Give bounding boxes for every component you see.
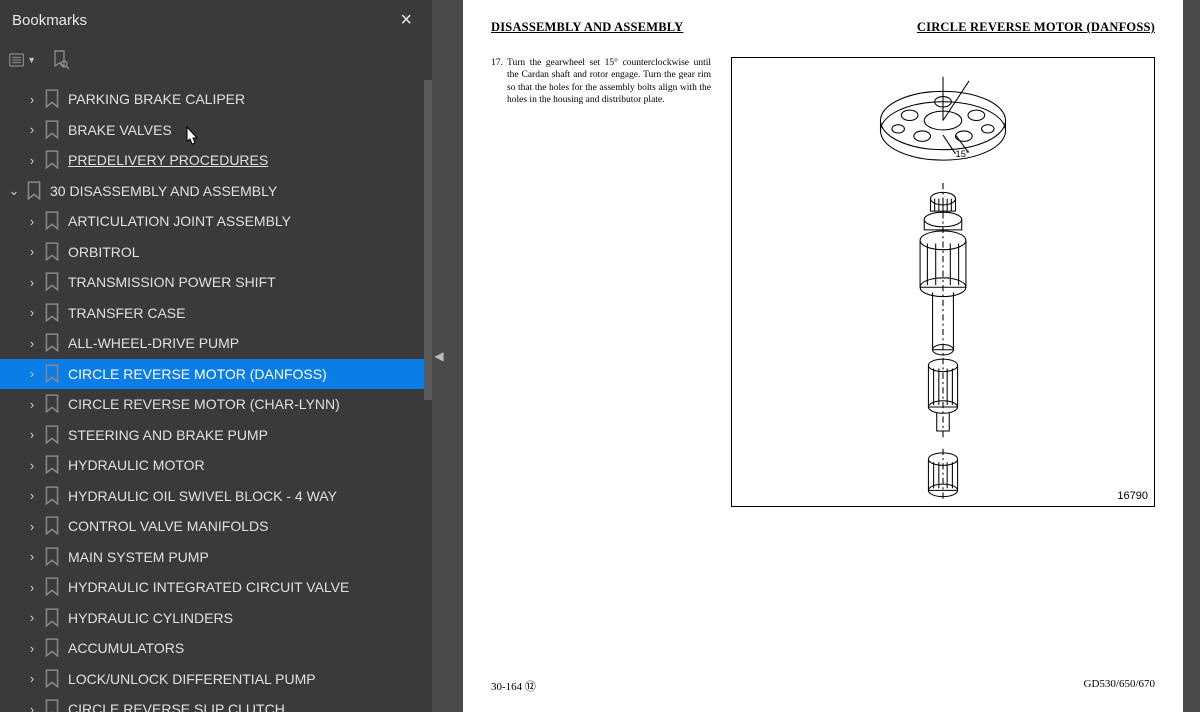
bookmark-item[interactable]: › STEERING AND BRAKE PUMP — [0, 420, 432, 451]
bookmark-tree[interactable]: › PARKING BRAKE CALIPER › BRAKE VALVES › PRED… — [0, 80, 432, 712]
bookmark-item[interactable]: › HYDRAULIC MOTOR — [0, 450, 432, 481]
bookmark-item[interactable]: › ORBITROL — [0, 237, 432, 268]
find-bookmark-button[interactable] — [46, 46, 74, 74]
close-icon[interactable]: × — [392, 5, 420, 36]
chevron-right-icon[interactable]: › — [24, 580, 40, 595]
bookmark-label: 30 DISASSEMBLY AND ASSEMBLY — [50, 183, 420, 199]
bookmark-item[interactable]: › HYDRAULIC INTEGRATED CIRCUIT VALVE — [0, 572, 432, 603]
bookmark-label: PARKING BRAKE CALIPER — [68, 91, 420, 107]
chevron-right-icon[interactable]: › — [24, 549, 40, 564]
bookmark-label: CIRCLE REVERSE MOTOR (CHAR-LYNN) — [68, 396, 420, 412]
bookmark-label: CIRCLE REVERSE SLIP CLUTCH — [68, 701, 420, 712]
scrollbar-thumb[interactable] — [424, 80, 432, 400]
chevron-right-icon[interactable]: › — [24, 366, 40, 381]
chevron-right-icon[interactable]: › — [24, 275, 40, 290]
page: DISASSEMBLY AND ASSEMBLY CIRCLE REVERSE … — [463, 0, 1183, 712]
bookmark-label: MAIN SYSTEM PUMP — [68, 549, 420, 565]
bookmark-label: BRAKE VALVES — [68, 122, 420, 138]
chevron-down-icon[interactable]: ⌄ — [6, 183, 22, 199]
diagram-frame: 15° — [731, 57, 1155, 507]
sidebar-header: Bookmarks × — [0, 0, 432, 40]
options-button[interactable]: ▼ — [8, 46, 36, 74]
chevron-right-icon[interactable]: › — [24, 610, 40, 625]
bookmark-item[interactable]: › LOCK/UNLOCK DIFFERENTIAL PUMP — [0, 664, 432, 695]
bookmark-label: HYDRAULIC INTEGRATED CIRCUIT VALVE — [68, 579, 420, 595]
chevron-right-icon[interactable]: › — [24, 671, 40, 686]
header-left: DISASSEMBLY AND ASSEMBLY — [491, 20, 683, 35]
bookmark-label: PREDELIVERY PROCEDURES — [68, 152, 420, 168]
bookmark-search-icon — [50, 49, 70, 71]
header-right: CIRCLE REVERSE MOTOR (DANFOSS) — [917, 20, 1155, 35]
bookmark-item[interactable]: › CIRCLE REVERSE MOTOR (CHAR-LYNN) — [0, 389, 432, 420]
footer-right: GD530/650/670 — [1084, 678, 1156, 694]
sidebar-collapse-handle[interactable]: ◀ — [432, 0, 446, 712]
bookmark-item[interactable]: › MAIN SYSTEM PUMP — [0, 542, 432, 573]
chevron-right-icon[interactable]: › — [24, 488, 40, 503]
page-header: DISASSEMBLY AND ASSEMBLY CIRCLE REVERSE … — [491, 20, 1155, 35]
chevron-down-icon: ▼ — [27, 55, 36, 65]
bookmark-label: HYDRAULIC MOTOR — [68, 457, 420, 473]
page-footer: 30-164 ⑫ GD530/650/670 — [491, 678, 1155, 694]
exploded-view-diagram: 15° — [732, 58, 1154, 506]
chevron-right-icon[interactable]: › — [24, 519, 40, 534]
svg-text:15°: 15° — [956, 149, 970, 159]
bookmark-item[interactable]: › ACCUMULATORS — [0, 633, 432, 664]
bookmark-item[interactable]: › CONTROL VALVE MANIFOLDS — [0, 511, 432, 542]
sidebar-title: Bookmarks — [12, 12, 87, 29]
bookmark-label: ALL-WHEEL-DRIVE PUMP — [68, 335, 420, 351]
bookmark-label: ARTICULATION JOINT ASSEMBLY — [68, 213, 420, 229]
bookmark-item[interactable]: › PREDELIVERY PROCEDURES — [0, 145, 432, 176]
chevron-right-icon[interactable]: › — [24, 153, 40, 168]
chevron-right-icon[interactable]: › — [24, 458, 40, 473]
bookmark-item[interactable]: › TRANSFER CASE — [0, 298, 432, 329]
bookmark-label: HYDRAULIC CYLINDERS — [68, 610, 420, 626]
bookmark-label: TRANSFER CASE — [68, 305, 420, 321]
bookmark-item[interactable]: ⌄ 30 DISASSEMBLY AND ASSEMBLY — [0, 176, 432, 207]
chevron-right-icon[interactable]: › — [24, 92, 40, 107]
bookmark-label: TRANSMISSION POWER SHIFT — [68, 274, 420, 290]
bookmarks-sidebar: Bookmarks × ▼ › PARKING BRAKE CALIPER › BRA… — [0, 0, 432, 712]
list-icon — [8, 50, 25, 70]
bookmark-item[interactable]: › BRAKE VALVES — [0, 115, 432, 146]
bookmark-item[interactable]: › HYDRAULIC OIL SWIVEL BLOCK - 4 WAY — [0, 481, 432, 512]
bookmark-label: ORBITROL — [68, 244, 420, 260]
step-text-block: 17. Turn the gearwheel set 15° countercl… — [491, 57, 711, 507]
chevron-right-icon[interactable]: › — [24, 397, 40, 412]
chevron-right-icon[interactable]: › — [24, 122, 40, 137]
sidebar-toolbar: ▼ — [0, 40, 432, 80]
chevron-right-icon[interactable]: › — [24, 336, 40, 351]
chevron-right-icon[interactable]: › — [24, 305, 40, 320]
chevron-right-icon[interactable]: › — [24, 641, 40, 656]
bookmark-item[interactable]: › HYDRAULIC CYLINDERS — [0, 603, 432, 634]
chevron-right-icon[interactable]: › — [24, 702, 40, 712]
chevron-right-icon[interactable]: › — [24, 214, 40, 229]
bookmark-label: HYDRAULIC OIL SWIVEL BLOCK - 4 WAY — [68, 488, 420, 504]
footer-left: 30-164 ⑫ — [491, 678, 536, 694]
diagram-id: 16790 — [1117, 490, 1148, 502]
step-text: Turn the gearwheel set 15° counterclockw… — [507, 57, 711, 507]
bookmark-item[interactable]: › ARTICULATION JOINT ASSEMBLY — [0, 206, 432, 237]
bookmark-item[interactable]: › CIRCLE REVERSE SLIP CLUTCH — [0, 694, 432, 712]
chevron-left-icon: ◀ — [434, 349, 443, 363]
page-body: 17. Turn the gearwheel set 15° countercl… — [491, 57, 1155, 507]
chevron-right-icon[interactable]: › — [24, 427, 40, 442]
bookmark-label: STEERING AND BRAKE PUMP — [68, 427, 420, 443]
step-number: 17. — [491, 57, 507, 507]
bookmark-item[interactable]: › TRANSMISSION POWER SHIFT — [0, 267, 432, 298]
bookmark-item[interactable]: › ALL-WHEEL-DRIVE PUMP — [0, 328, 432, 359]
bookmark-label: CIRCLE REVERSE MOTOR (DANFOSS) — [68, 366, 420, 382]
bookmark-label: CONTROL VALVE MANIFOLDS — [68, 518, 420, 534]
bookmark-item[interactable]: › CIRCLE REVERSE MOTOR (DANFOSS) — [0, 359, 432, 390]
document-pane[interactable]: DISASSEMBLY AND ASSEMBLY CIRCLE REVERSE … — [446, 0, 1200, 712]
chevron-right-icon[interactable]: › — [24, 244, 40, 259]
bookmark-label: LOCK/UNLOCK DIFFERENTIAL PUMP — [68, 671, 420, 687]
bookmark-item[interactable]: › PARKING BRAKE CALIPER — [0, 84, 432, 115]
bookmark-label: ACCUMULATORS — [68, 640, 420, 656]
